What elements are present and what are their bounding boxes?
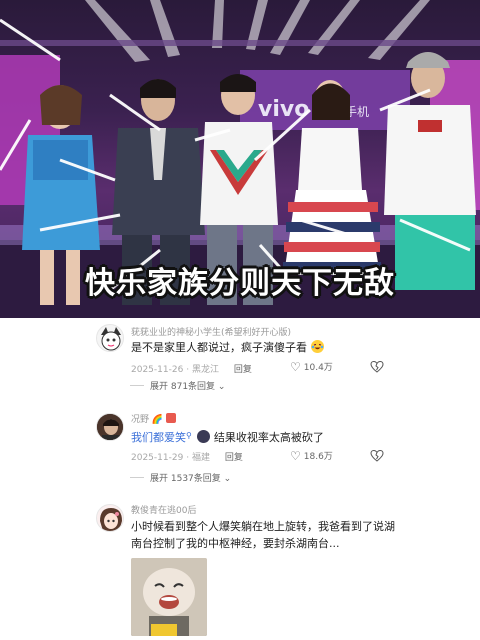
like-button[interactable]: ♡ 18.6万	[290, 449, 333, 463]
gift-badge-icon	[165, 413, 176, 423]
comment-item: 教俊青在逃00后 小时候看到整个人爆笑躺在地上旋转，我爸看到了说湖南台控制了我的…	[0, 498, 480, 640]
comment-item: 莸莸业业的神秘小学生(希望利好开心版) 是不是家里人都说过，疯子演傻子看 202…	[0, 318, 480, 393]
comment-date: 2025-11-29	[131, 453, 184, 463]
search-icon: ⚲	[186, 431, 192, 440]
comment-item: 况野 🌈 我们都爱笑⚲ 结果收视率太高被砍了 2025-11-29 · 福建 回…	[0, 405, 480, 490]
comment-text[interactable]: 我们都爱笑⚲ 结果收视率太高被砍了	[131, 427, 401, 446]
reply-button[interactable]: 回复	[225, 453, 243, 463]
expand-replies-label: 展开 1537条回复	[150, 474, 221, 484]
profile-photo-icon	[97, 414, 123, 440]
like-count: 10.4万	[303, 363, 333, 373]
dislike-icon[interactable]	[370, 360, 384, 374]
comment-image[interactable]	[131, 558, 207, 636]
comment-text-body: 结果收视率太高被砍了	[213, 431, 324, 444]
like-count: 18.6万	[303, 452, 333, 462]
video-frame[interactable]: vivo 手机 快乐家族分则天下无敌	[0, 0, 480, 318]
reply-button[interactable]: 回复	[234, 365, 252, 375]
laughing-crying-emoji-icon	[310, 340, 324, 353]
avatar[interactable]	[96, 324, 124, 352]
comment-separator: ·	[186, 453, 190, 463]
cartoon-avatar-icon	[97, 325, 123, 351]
comment-location: 福建	[191, 453, 210, 463]
expand-replies-label: 展开 871条回复	[150, 382, 216, 392]
expand-replies-button[interactable]: 展开 1537条回复 ⌄	[129, 471, 232, 484]
comment-meta: 2025-11-26 · 黑龙江 回复	[131, 362, 252, 375]
expand-replies-button[interactable]: 展开 871条回复 ⌄	[129, 379, 226, 392]
anime-avatar-icon	[97, 505, 123, 531]
comment-text-body: 是不是家里人都说过，疯子演傻子看	[131, 341, 307, 354]
mentioned-topic[interactable]: 我们都爱笑	[131, 431, 186, 444]
avatar[interactable]	[96, 413, 124, 441]
comment-username[interactable]: 莸莸业业的神秘小学生(希望利好开心版)	[131, 325, 291, 338]
video-caption: 快乐家族分则天下无敌	[85, 266, 395, 301]
heart-icon: ♡	[290, 360, 301, 374]
chevron-down-icon: ⌄	[223, 474, 232, 484]
comment-location: 黑龙江	[191, 365, 219, 375]
chevron-down-icon: ⌄	[217, 382, 226, 392]
comment-separator: ·	[186, 365, 190, 375]
comment-meta: 2025-11-29 · 福建 回复	[131, 450, 243, 463]
comment-text[interactable]: 是不是家里人都说过，疯子演傻子看	[131, 339, 401, 356]
rainbow-icon: 🌈	[151, 415, 164, 425]
comment-username[interactable]: 况野 🌈	[131, 412, 176, 425]
black-bomb-emoji-icon	[197, 430, 211, 443]
laughing-baby-sticker-image	[131, 558, 207, 636]
stage-spotlights	[85, 0, 430, 62]
comment-text[interactable]: 小时候看到整个人爆笑躺在地上旋转，我爸看到了说湖南台控制了我的中枢神经，要封杀湖…	[131, 518, 396, 552]
like-button[interactable]: ♡ 10.4万	[290, 360, 333, 374]
avatar[interactable]	[96, 504, 124, 532]
comment-username-text: 况野	[131, 415, 150, 425]
comment-username[interactable]: 教俊青在逃00后	[131, 503, 196, 516]
heart-icon: ♡	[290, 449, 301, 463]
dislike-icon[interactable]	[370, 449, 384, 463]
comment-date: 2025-11-26	[131, 365, 184, 375]
